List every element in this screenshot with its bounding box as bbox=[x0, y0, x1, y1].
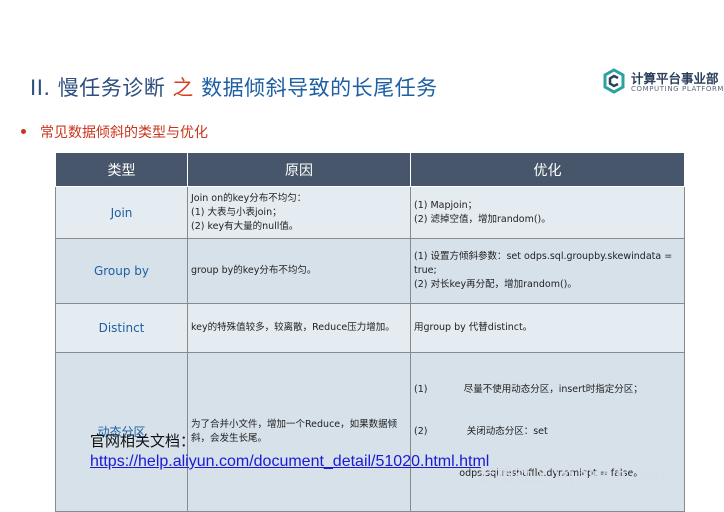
logo-english-text: COMPUTING PLATFORM bbox=[631, 85, 724, 93]
title-part-3: 数据倾斜导致的长尾任务 bbox=[193, 76, 438, 100]
header-type: 类型 bbox=[55, 152, 188, 187]
table-row: Group by group by的key分布不均匀。 (1) 设置方倾斜参数：… bbox=[55, 238, 685, 304]
reason-line: group by的key分布不均匀。 bbox=[191, 265, 317, 276]
reason-line: (2) key有大量的null值。 bbox=[191, 220, 299, 232]
table-row: Join Join on的key分布不均匀： (1) 大表与小表join； (2… bbox=[55, 186, 685, 239]
docs-section: 官网相关文档： https://help.aliyun.com/document… bbox=[90, 430, 489, 471]
watermark: 云栖社区 yq.aliyun.com bbox=[478, 465, 666, 485]
opt-line: (1) 设置方倾斜参数：set odps.sql.groupby.skewind… bbox=[414, 251, 673, 276]
cell-type: Join bbox=[55, 186, 188, 239]
opt-line: (1) Mapjoin； bbox=[414, 199, 478, 211]
docs-link[interactable]: https://help.aliyun.com/document_detail/… bbox=[90, 453, 489, 471]
cell-type: Distinct bbox=[55, 303, 188, 353]
computing-platform-logo: 计算平台事业部 COMPUTING PLATFORM bbox=[601, 66, 723, 98]
bullet-dot-icon bbox=[21, 128, 26, 134]
cell-optimization: 用group by 代替distinct。 bbox=[410, 303, 685, 353]
docs-label: 官网相关文档： bbox=[90, 432, 196, 450]
bullet-text: 常见数据倾斜的类型与优化 bbox=[40, 125, 208, 141]
table-row: Distinct key的特殊值较多，较离散，Reduce压力增加。 用grou… bbox=[55, 303, 685, 353]
opt-line: 用group by 代替distinct。 bbox=[414, 322, 533, 333]
reason-line: (1) 大表与小表join； bbox=[191, 206, 282, 218]
bullet-heading: 常见数据倾斜的类型与优化 bbox=[21, 122, 208, 142]
table-header-row: 类型 原因 优化 bbox=[55, 152, 685, 187]
opt-line: (1) 尽量不使用动态分区，insert时指定分区； bbox=[414, 384, 643, 395]
cell-type: Group by bbox=[55, 238, 188, 304]
cell-optimization: (1) Mapjoin； (2) 滤掉空值，增加random()。 bbox=[410, 186, 685, 239]
cell-reason: Join on的key分布不均匀： (1) 大表与小表join； (2) key… bbox=[187, 186, 411, 239]
cell-reason: key的特殊值较多，较离散，Reduce压力增加。 bbox=[187, 303, 411, 353]
header-reason: 原因 bbox=[187, 152, 411, 187]
title-part-2: 之 bbox=[172, 76, 194, 100]
title-part-1: II. 慢任务诊断 bbox=[30, 76, 173, 100]
reason-line: Join on的key分布不均匀： bbox=[191, 192, 307, 204]
computing-platform-logo-icon bbox=[603, 68, 625, 94]
opt-line: (2) 滤掉空值，增加random()。 bbox=[414, 213, 551, 225]
opt-line: (2) 对长key再分配，增加random()。 bbox=[414, 279, 577, 290]
reason-line: key的特殊值较多，较离散，Reduce压力增加。 bbox=[191, 322, 395, 333]
header-optimization: 优化 bbox=[410, 152, 685, 187]
cell-reason: group by的key分布不均匀。 bbox=[187, 238, 411, 304]
slide-title: II. 慢任务诊断 之 数据倾斜导致的长尾任务 bbox=[30, 72, 438, 102]
cell-optimization: (1) 设置方倾斜参数：set odps.sql.groupby.skewind… bbox=[410, 238, 685, 304]
